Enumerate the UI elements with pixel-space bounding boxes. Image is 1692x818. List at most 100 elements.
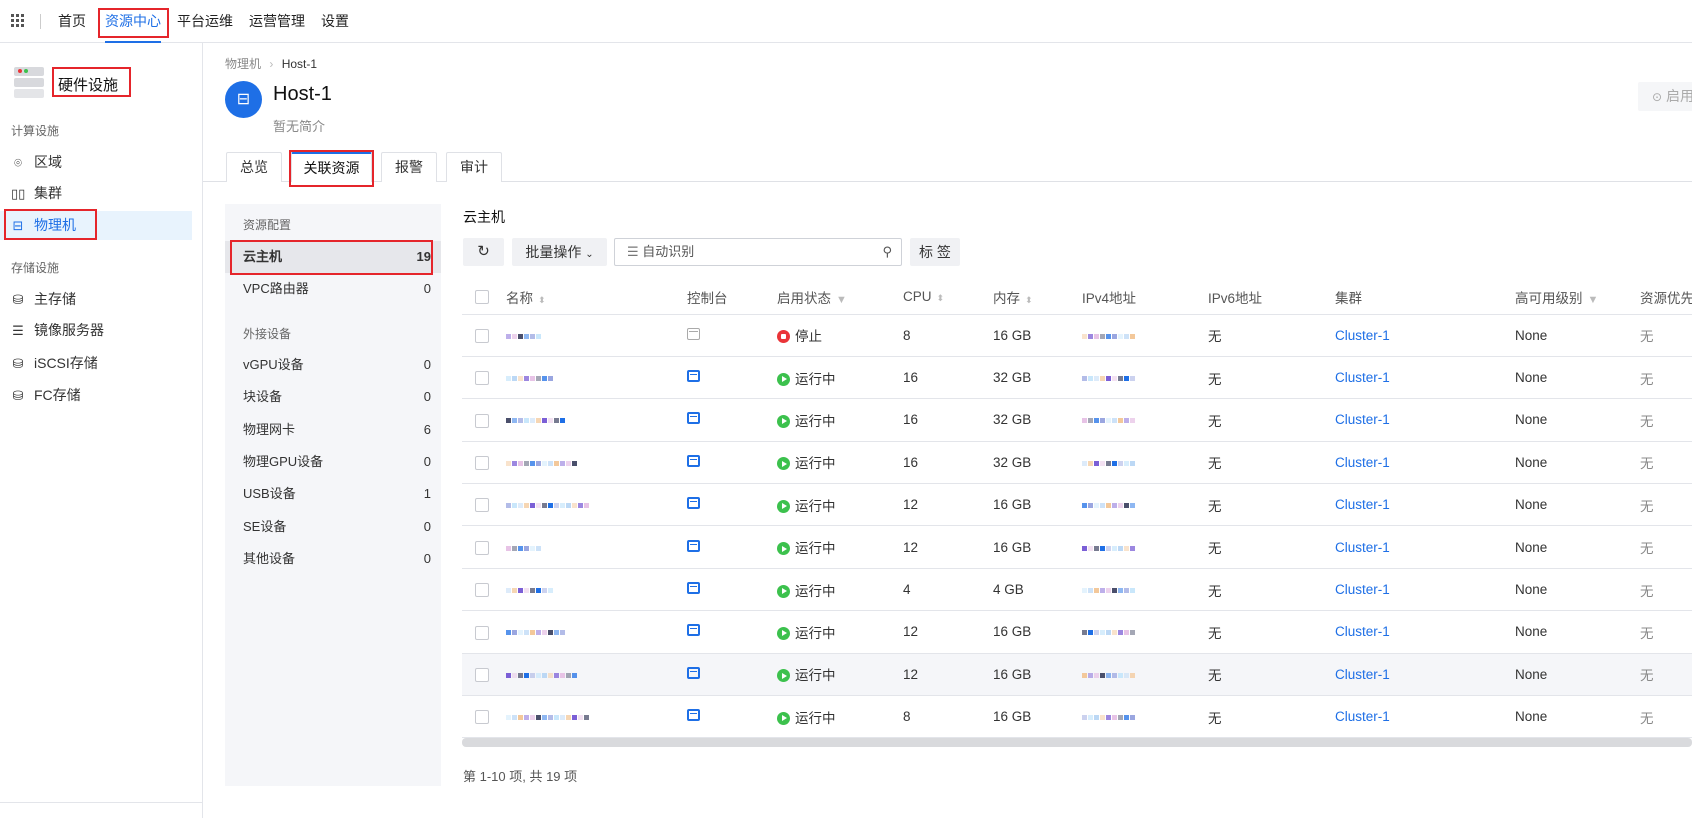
table-row[interactable]: 运行中 12 16 GB 无 Cluster-1 None 无 — [462, 483, 1692, 527]
batch-operation-dropdown[interactable]: 批量操作 ⌄ — [512, 238, 607, 266]
column-status[interactable]: 启用状态 ▼ — [777, 280, 903, 315]
sort-icon[interactable]: ⬍ — [538, 295, 546, 305]
sidebar-item-label: 区域 — [34, 154, 62, 170]
sidebar-item-image-server[interactable]: ☰ 镜像服务器 — [0, 316, 192, 345]
cluster-link[interactable]: Cluster-1 — [1335, 441, 1515, 485]
panel-item[interactable]: 其他设备 0 — [225, 543, 441, 575]
row-checkbox[interactable] — [475, 456, 489, 471]
sidebar-item-label: 物理机 — [34, 217, 76, 233]
panel-item[interactable]: 云主机 19 — [225, 241, 441, 273]
console-icon[interactable] — [687, 412, 700, 425]
tag-button[interactable]: 标 签 — [910, 238, 960, 266]
console-icon[interactable] — [687, 454, 700, 467]
column-cpu[interactable]: CPU ⬍ — [903, 280, 993, 315]
console-icon[interactable] — [687, 666, 700, 679]
row-checkbox[interactable] — [475, 328, 489, 343]
vm-name-redacted[interactable] — [506, 376, 553, 382]
panel-item[interactable]: 物理网卡 6 — [225, 414, 441, 446]
sort-icon[interactable]: ⬍ — [1025, 295, 1033, 305]
cluster-link[interactable]: Cluster-1 — [1335, 568, 1515, 612]
nav-operations[interactable]: 运营管理 — [249, 0, 305, 43]
row-checkbox[interactable] — [475, 668, 489, 683]
refresh-button[interactable]: ↻ — [463, 238, 504, 266]
console-icon[interactable] — [687, 582, 700, 595]
table-row[interactable]: 运行中 12 16 GB 无 Cluster-1 None 无 — [462, 653, 1692, 697]
cluster-link[interactable]: Cluster-1 — [1335, 314, 1515, 357]
row-checkbox[interactable] — [475, 498, 489, 513]
nav-platform-ops[interactable]: 平台运维 — [177, 0, 233, 43]
cluster-link[interactable]: Cluster-1 — [1335, 653, 1515, 697]
filter-icon[interactable]: ▼ — [836, 294, 847, 306]
tab-audit[interactable]: 审计 — [446, 152, 502, 182]
column-memory[interactable]: 内存 ⬍ — [993, 280, 1082, 315]
table-row[interactable]: 停止 8 16 GB 无 Cluster-1 None 无 — [462, 314, 1692, 357]
cluster-link[interactable]: Cluster-1 — [1335, 610, 1515, 654]
panel-item[interactable]: 物理GPU设备 0 — [225, 446, 441, 478]
filter-icon[interactable]: ▼ — [1588, 294, 1599, 306]
sidebar-item-fc[interactable]: ⛁ FC存储 — [0, 381, 192, 410]
panel-item[interactable]: USB设备 1 — [225, 478, 441, 510]
search-input[interactable]: ☰ 自动识别 ⚲ — [614, 238, 902, 266]
cluster-link[interactable]: Cluster-1 — [1335, 356, 1515, 400]
horizontal-scrollbar[interactable] — [462, 738, 1692, 747]
vm-name-redacted[interactable] — [506, 672, 577, 678]
cluster-link[interactable]: Cluster-1 — [1335, 525, 1515, 569]
console-icon[interactable] — [687, 370, 700, 383]
cluster-link[interactable]: Cluster-1 — [1335, 695, 1515, 739]
cluster-link[interactable]: Cluster-1 — [1335, 483, 1515, 527]
row-checkbox[interactable] — [475, 625, 489, 640]
table-row[interactable]: 运行中 12 16 GB 无 Cluster-1 None 无 — [462, 610, 1692, 654]
cpu-cell: 8 — [903, 695, 993, 739]
sort-icon[interactable]: ⬍ — [937, 293, 945, 303]
row-checkbox[interactable] — [475, 710, 489, 725]
tab-overview[interactable]: 总览 — [226, 152, 282, 182]
vm-name-redacted[interactable] — [506, 545, 541, 551]
console-icon[interactable] — [687, 624, 700, 637]
table-row[interactable]: 运行中 16 32 GB 无 Cluster-1 None 无 — [462, 398, 1692, 442]
vm-name-redacted[interactable] — [506, 333, 541, 339]
tab-alarms[interactable]: 报警 — [381, 152, 437, 182]
tab-related-resources[interactable]: 关联资源 — [291, 152, 372, 182]
sidebar-item-iscsi[interactable]: ⛁ iSCSI存储 — [0, 349, 192, 378]
console-icon[interactable] — [687, 709, 700, 722]
row-checkbox[interactable] — [475, 371, 489, 386]
panel-item[interactable]: VPC路由器 0 — [225, 273, 441, 305]
sidebar-item-primary-storage[interactable]: ⛁ 主存储 — [0, 285, 192, 314]
panel-item[interactable]: SE设备 0 — [225, 511, 441, 543]
vm-name-redacted[interactable] — [506, 418, 565, 424]
app-grid-icon[interactable] — [11, 14, 24, 27]
column-ha-level[interactable]: 高可用级别 ▼ — [1515, 280, 1640, 315]
column-name[interactable]: 名称 ⬍ — [506, 280, 687, 315]
breadcrumb-parent[interactable]: 物理机 — [225, 57, 261, 71]
status-cell: 运行中 — [777, 695, 903, 739]
row-checkbox[interactable] — [475, 540, 489, 555]
panel-item[interactable]: 块设备 0 — [225, 381, 441, 413]
table-row[interactable]: 运行中 8 16 GB 无 Cluster-1 None 无 — [462, 695, 1692, 739]
vm-name-redacted[interactable] — [506, 460, 577, 466]
nav-resource-center[interactable]: 资源中心 — [105, 0, 161, 43]
sidebar-item-host[interactable]: ⊟ 物理机 — [0, 211, 192, 240]
panel-item[interactable]: vGPU设备 0 — [225, 349, 441, 381]
search-icon[interactable]: ⚲ — [882, 239, 892, 265]
table-row[interactable]: 运行中 16 32 GB 无 Cluster-1 None 无 — [462, 441, 1692, 485]
sidebar-item-cluster[interactable]: ▯▯ 集群 — [0, 179, 192, 208]
vm-name-redacted[interactable] — [506, 715, 589, 721]
console-icon[interactable] — [687, 327, 700, 340]
row-checkbox[interactable] — [475, 413, 489, 428]
vm-name-redacted[interactable] — [506, 630, 565, 636]
vm-name-redacted[interactable] — [506, 587, 553, 593]
enable-button[interactable]: ⊙ 启用 — [1638, 82, 1692, 111]
sidebar-item-zone[interactable]: ⌾ 区域 — [0, 148, 192, 177]
table-row[interactable]: 运行中 4 4 GB 无 Cluster-1 None 无 — [462, 568, 1692, 612]
table-row[interactable]: 运行中 12 16 GB 无 Cluster-1 None 无 — [462, 525, 1692, 569]
vm-name-redacted[interactable] — [506, 503, 589, 509]
console-icon[interactable] — [687, 539, 700, 552]
ipv6-cell: 无 — [1208, 356, 1335, 400]
cluster-link[interactable]: Cluster-1 — [1335, 398, 1515, 442]
row-checkbox[interactable] — [475, 583, 489, 598]
console-icon[interactable] — [687, 497, 700, 510]
nav-settings[interactable]: 设置 — [321, 0, 349, 43]
nav-home[interactable]: 首页 — [58, 0, 86, 43]
table-row[interactable]: 运行中 16 32 GB 无 Cluster-1 None 无 — [462, 356, 1692, 400]
select-all-checkbox[interactable] — [475, 290, 489, 305]
